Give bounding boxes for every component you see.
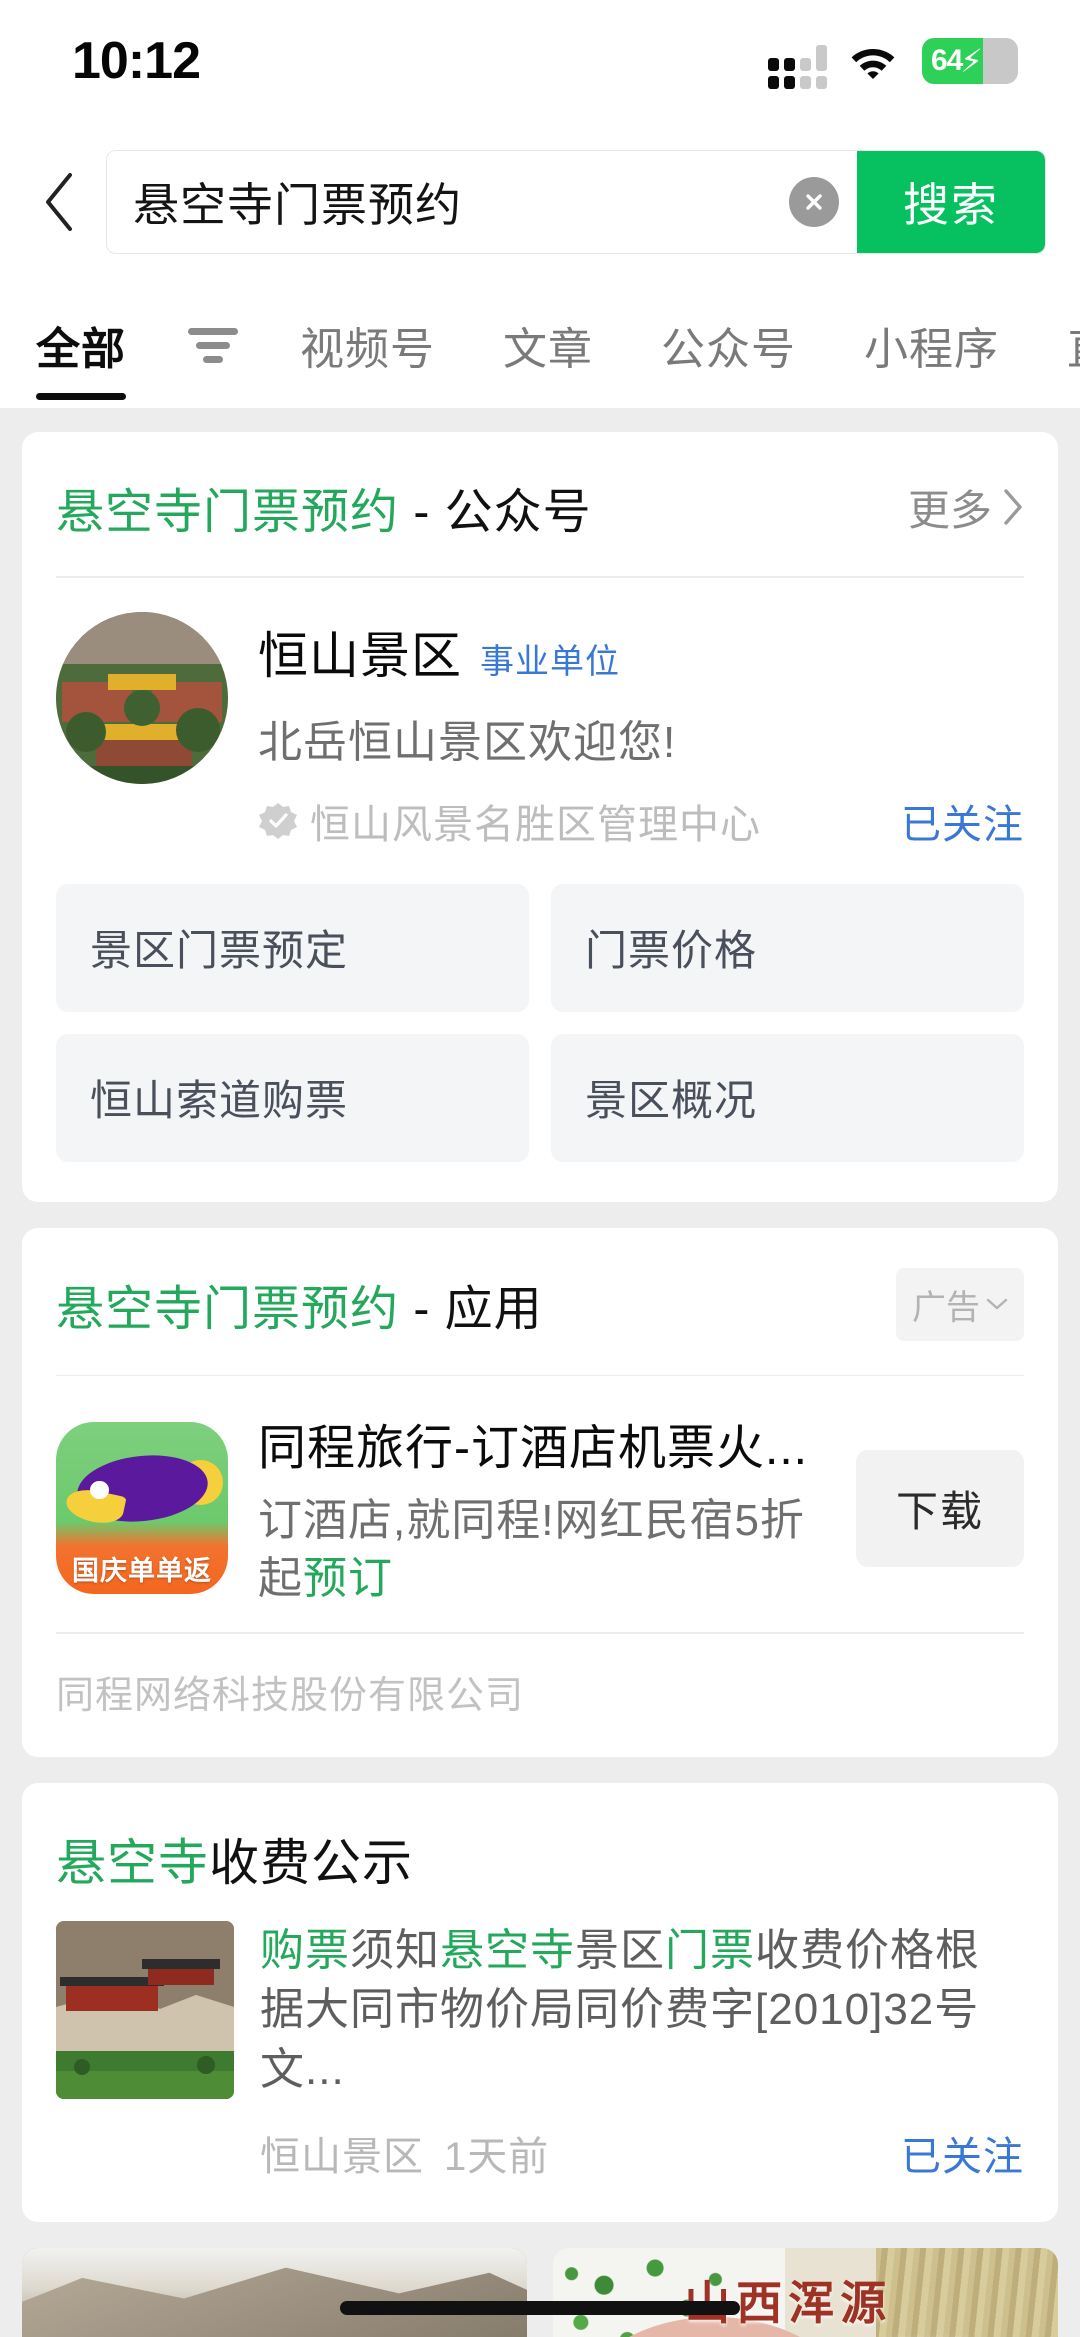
app-name: 同程旅行-订酒店机票火...: [258, 1422, 808, 1475]
article-snippet: 购票须知悬空寺景区门票收费价格根据大同市物价局同价费字[2010]32号文...: [260, 1921, 1024, 2100]
search-input[interactable]: 悬空寺门票预约: [133, 169, 789, 235]
app-card-title: 悬空寺门票预约 - 应用: [56, 1269, 543, 1339]
article-snippet-part-4: 景区: [575, 1925, 665, 1975]
chevron-down-icon: [986, 1298, 1008, 1310]
account-type-badge: 事业单位: [480, 642, 620, 681]
article-title: 悬空寺收费公示: [22, 1783, 1058, 1921]
quick-action-chip-4[interactable]: 景区概况: [551, 1033, 1024, 1162]
shanxi-hunyuan-video-thumb[interactable]: 山西浑源 悬 值 什么值得买: [553, 2248, 1058, 2337]
search-header: 悬空寺门票预约 搜索: [0, 122, 1080, 282]
hanging-temple-thumbnail[interactable]: [56, 1920, 234, 2099]
status-bar-clock: 10:12: [72, 32, 201, 90]
media-tiles-row: 山西浑源 悬 值 什么值得买: [0, 2248, 1080, 2337]
article-snippet-part-2: 须知: [350, 1925, 440, 1975]
tongcheng-travel-app-icon[interactable]: 国庆单单返: [56, 1422, 228, 1595]
follow-status-button[interactable]: 已关注: [901, 792, 1024, 850]
tab-mini-programs[interactable]: 小程序: [830, 282, 1033, 408]
ad-label: 广告: [912, 1288, 980, 1327]
card-title-highlight: 悬空寺门票预约: [56, 486, 400, 539]
app-info: 同程旅行-订酒店机票火... 订酒店,就同程!网红民宿5折起预订: [258, 1408, 826, 1608]
signal-dots-icon: [768, 45, 827, 89]
app-ad-result-card: 悬空寺门票预约 - 应用 广告 国庆单单返 同程旅行-订酒店机票火... 订酒店…: [22, 1227, 1058, 1757]
article-title-highlight: 悬空寺: [56, 1834, 209, 1891]
mountain-cliff-photo[interactable]: [22, 2248, 527, 2337]
battery-percentage: 64: [931, 44, 963, 77]
account-name-row: 恒山景区 事业单位: [258, 616, 1024, 688]
app-description-highlight: 预订: [303, 1554, 393, 1604]
more-official-accounts-button[interactable]: 更多: [908, 477, 1024, 538]
status-bar-indicators: 64 ⚡: [768, 38, 1018, 89]
article-snippet-part-5: 门票: [665, 1925, 755, 1975]
app-row[interactable]: 国庆单单返 同程旅行-订酒店机票火... 订酒店,就同程!网红民宿5折起预订 下…: [22, 1376, 1058, 1632]
tab-all[interactable]: 全部: [36, 282, 160, 408]
article-body: 购票须知悬空寺景区门票收费价格根据大同市物价局同价费字[2010]32号文...…: [260, 1921, 1024, 2182]
quick-action-chip-3[interactable]: 恒山索道购票: [56, 1033, 529, 1162]
app-icon-ribbon: 国庆单单返: [72, 1555, 212, 1586]
more-label: 更多: [907, 486, 992, 534]
app-card-title-highlight: 悬空寺门票预约: [56, 1283, 400, 1336]
chevron-right-icon: [1004, 489, 1022, 525]
article-time: 1天前: [444, 2135, 550, 2180]
account-verify-row: 恒山风景名胜区管理中心 已关注: [258, 792, 1024, 850]
wifi-icon: [850, 43, 896, 79]
official-account-result-card: 悬空寺门票预约 - 公众号 更多 恒山景区 事业单位 北岳恒山景区欢迎您! 恒山…: [22, 432, 1058, 1202]
account-verification: 恒山风景名胜区管理中心: [258, 792, 761, 850]
download-button[interactable]: 下载: [855, 1449, 1024, 1567]
category-tabs: 全部 视频号 文章 公众号 小程序 直: [0, 282, 1080, 408]
charging-bolt-icon: ⚡: [960, 43, 983, 79]
tab-live[interactable]: 直: [1033, 282, 1080, 408]
account-avatar[interactable]: [56, 611, 228, 784]
quick-action-chip-1[interactable]: 景区门票预定: [56, 883, 529, 1012]
quick-action-chips: 景区门票预定 门票价格 恒山索道购票 景区概况: [22, 860, 1058, 1202]
account-name: 恒山景区: [258, 627, 462, 684]
verified-badge-icon: [259, 802, 297, 839]
account-info: 恒山景区 事业单位 北岳恒山景区欢迎您! 恒山风景名胜区管理中心 已关注: [258, 612, 1024, 850]
article-snippet-part-3: 悬空寺: [440, 1925, 575, 1975]
clear-icon[interactable]: [789, 177, 839, 227]
search-field[interactable]: 悬空寺门票预约: [107, 151, 857, 253]
media-big-character: 悬: [865, 2301, 997, 2337]
account-organization: 恒山风景名胜区管理中心: [310, 802, 761, 847]
app-card-title-rest: - 应用: [399, 1283, 543, 1336]
article-follow-status[interactable]: 已关注: [901, 2124, 1024, 2182]
account-row[interactable]: 恒山景区 事业单位 北岳恒山景区欢迎您! 恒山风景名胜区管理中心 已关注: [22, 578, 1058, 860]
status-bar: 10:12 64 ⚡: [0, 0, 1080, 122]
tab-articles[interactable]: 文章: [469, 282, 627, 408]
search-results-list: 悬空寺门票预约 - 公众号 更多 恒山景区 事业单位 北岳恒山景区欢迎您! 恒山…: [0, 408, 1080, 2223]
account-description: 北岳恒山景区欢迎您!: [258, 717, 677, 767]
app-card-header: 悬空寺门票预约 - 应用 广告: [22, 1228, 1058, 1375]
app-company-name: 同程网络科技股份有限公司: [56, 1674, 525, 1717]
filter-lines-icon[interactable]: [162, 282, 266, 408]
official-account-card-title: 悬空寺门票预约 - 公众号: [56, 472, 592, 542]
article-row[interactable]: 购票须知悬空寺景区门票收费价格根据大同市物价局同价费字[2010]32号文...…: [22, 1920, 1058, 2182]
tab-official-accounts[interactable]: 公众号: [627, 282, 830, 408]
ad-label-button[interactable]: 广告: [896, 1267, 1024, 1341]
article-snippet-part-1: 购票: [260, 1925, 350, 1975]
search-box[interactable]: 悬空寺门票预约 搜索: [106, 150, 1046, 254]
official-account-card-header: 悬空寺门票预约 - 公众号 更多: [22, 432, 1058, 576]
article-result-card[interactable]: 悬空寺收费公示 购票须知悬空寺景区门票收费价格根据大同市物价局同价费字[2010…: [22, 1782, 1058, 2223]
article-title-rest: 收费公示: [209, 1834, 413, 1891]
home-indicator[interactable]: [340, 2301, 740, 2315]
tab-channels[interactable]: 视频号: [266, 282, 469, 408]
battery-icon: 64 ⚡: [922, 38, 1018, 84]
app-description: 订酒店,就同程!网红民宿5折起预订: [258, 1492, 826, 1608]
quick-action-chip-2[interactable]: 门票价格: [551, 883, 1024, 1012]
card-title-rest: - 公众号: [399, 486, 592, 539]
back-chevron-icon: [46, 173, 72, 231]
back-button[interactable]: [28, 171, 90, 233]
article-source-row: 恒山景区 1天前: [260, 2124, 549, 2182]
article-source: 恒山景区: [260, 2135, 424, 2180]
article-bottom-spacing: [22, 2182, 1058, 2222]
search-submit-button[interactable]: 搜索: [857, 151, 1045, 253]
article-meta: 恒山景区 1天前 已关注: [260, 2124, 1024, 2182]
media-title-text: 山西浑源: [684, 2277, 893, 2329]
wechat-search-results-screen: 10:12 64 ⚡ 悬空寺门票预约 搜索 全部 视频号 文章 公众号 小程序 …: [0, 0, 1080, 2337]
